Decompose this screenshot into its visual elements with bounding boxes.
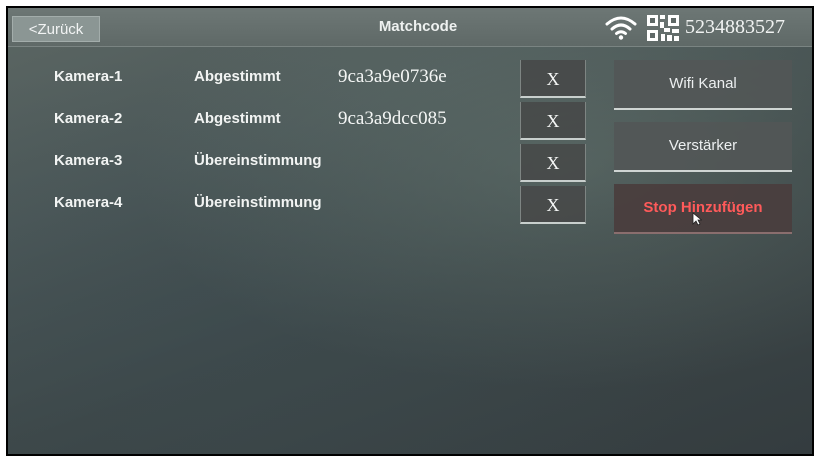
camera-name: Kamera-1: [54, 68, 123, 85]
camera-name: Kamera-2: [54, 110, 123, 127]
wifi-channel-button[interactable]: Wifi Kanal: [614, 60, 792, 110]
camera-status: Übereinstimmung: [194, 152, 322, 169]
remove-camera-4-button[interactable]: X: [520, 186, 586, 224]
remove-camera-2-button[interactable]: X: [520, 102, 586, 140]
camera-row-2: Kamera-2 Abgestimmt 9ca3a9dcc085: [8, 104, 508, 134]
camera-name: Kamera-3: [54, 152, 123, 169]
camera-row-3: Kamera-3 Übereinstimmung: [8, 146, 508, 176]
camera-code: 9ca3a9dcc085: [338, 108, 447, 129]
wifi-icon: [605, 16, 637, 40]
camera-status: Abgestimmt: [194, 110, 281, 127]
amplifier-button[interactable]: Verstärker: [614, 122, 792, 172]
cursor-icon: [692, 212, 702, 226]
camera-status: Übereinstimmung: [194, 194, 322, 211]
camera-code: 9ca3a9e0736e: [338, 66, 447, 87]
top-bar: <Zurück Matchcode 5234883527: [8, 8, 812, 47]
camera-status: Abgestimmt: [194, 68, 281, 85]
back-button[interactable]: <Zurück: [12, 16, 100, 42]
camera-row-1: Kamera-1 Abgestimmt 9ca3a9e0736e: [8, 62, 508, 92]
remove-camera-1-button[interactable]: X: [520, 60, 586, 98]
camera-row-4: Kamera-4 Übereinstimmung: [8, 188, 508, 218]
stop-adding-button[interactable]: Stop Hinzufügen: [614, 184, 792, 234]
device-id: 5234883527: [685, 16, 785, 38]
screen-frame: <Zurück Matchcode 5234883527 Kamera-1 Ab…: [6, 6, 814, 456]
remove-camera-3-button[interactable]: X: [520, 144, 586, 182]
camera-name: Kamera-4: [54, 194, 123, 211]
page-title: Matchcode: [378, 18, 458, 35]
qr-code-icon: [647, 15, 679, 41]
